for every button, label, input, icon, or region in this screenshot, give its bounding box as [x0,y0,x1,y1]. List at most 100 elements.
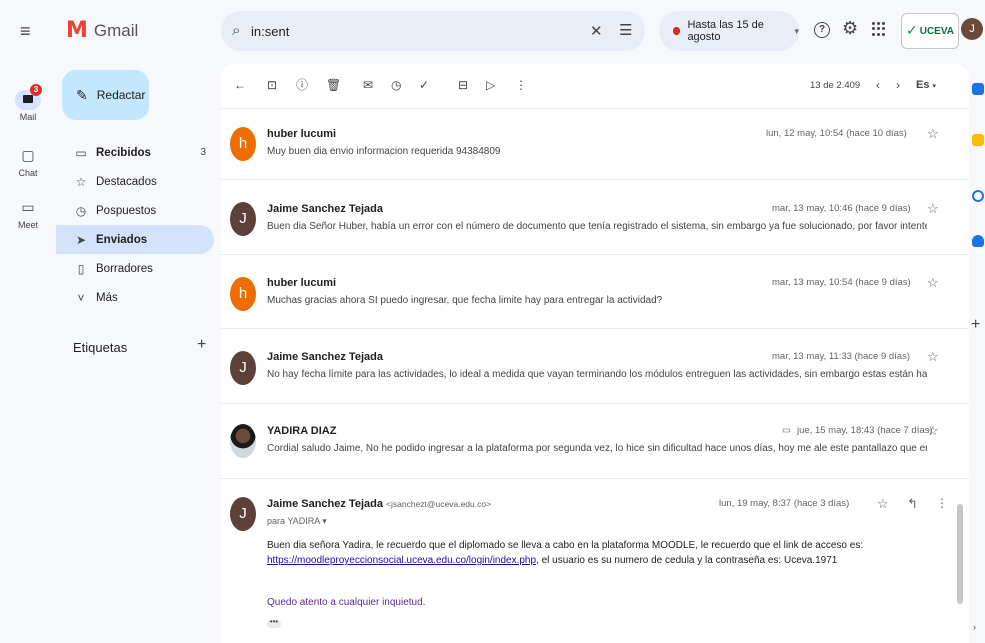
thread-message-collapsed[interactable]: J Jaime Sanchez Tejada mar, 13 may, 10:4… [221,179,969,254]
star-icon[interactable]: ☆ [927,201,939,217]
nav-item-drafts[interactable]: ▯ Borradores [56,254,214,283]
search-icon[interactable]: ⌕ [232,22,240,39]
add-task-icon[interactable]: ✓ [419,78,429,92]
add-addon-icon[interactable]: + [971,316,980,334]
chat-icon: ▢ [21,147,35,163]
recipients-toggle[interactable]: para YADIRA ▾ [267,516,327,527]
sender-name: Jaime Sanchez Tejada [267,498,383,510]
account-avatar[interactable]: J [961,18,983,40]
calendar-icon[interactable] [972,83,984,95]
chevron-left-icon[interactable]: ‹ [876,78,880,92]
thread-message-collapsed[interactable]: J Jaime Sanchez Tejada mar, 13 may, 11:3… [221,328,969,403]
attachment-icon: ▭ [782,425,791,436]
scrollbar[interactable] [957,504,963,604]
mark-unread-icon[interactable]: ✉ [363,78,373,92]
star-icon[interactable]: ☆ [927,349,939,365]
message-panel: ← ⊡ ⓘ 🗑 ✉ ◷ ✓ ⊟ ▷ ⋮ 13 de 2.409 ‹ › Es ▾… [221,64,969,643]
message-snippet: Cordial saludo Jaime, No he podido ingre… [267,443,927,454]
nav-item-sent[interactable]: ➤ Enviados [56,225,214,254]
apps-grid-icon[interactable] [872,22,886,36]
pencil-icon: ✎ [76,86,88,103]
thread-message-collapsed[interactable]: YADIRA DIAZ ▭ jue, 15 may, 18:43 (hace 7… [221,403,969,478]
back-arrow-icon[interactable]: ← [234,78,246,92]
clear-search-icon[interactable]: ✕ [590,22,603,40]
nav-label-drafts: Borradores [96,262,153,275]
rail-item-mail[interactable]: 3 Mail [0,84,56,122]
gmail-logo[interactable]: M Gmail [66,20,138,42]
inbox-count: 3 [200,147,206,158]
sender-avatar: J [230,351,256,385]
snooze-icon[interactable]: ◷ [391,78,401,92]
status-selector[interactable]: Hasta las 15 de agosto ▾ [659,11,799,51]
add-label-icon[interactable]: + [197,336,206,354]
message-date: lun, 12 may, 10:54 (hace 10 días) [766,128,907,139]
report-spam-icon[interactable]: ⓘ [296,78,308,92]
delete-icon[interactable]: 🗑 [326,78,341,92]
sender-photo-avatar [230,424,256,458]
thread-message-collapsed[interactable]: h huber lucumi mar, 13 may, 10:54 (hace … [221,254,969,328]
message-body-text: , el usuario es su numero de cedula y la… [536,555,838,566]
sender-name: YADIRA DIAZ [267,425,337,437]
chevron-down-icon: ˅ [77,290,85,305]
rail-item-chat[interactable]: ▢ Chat [0,144,56,178]
star-icon: ☆ [75,174,87,189]
keep-icon[interactable] [972,134,984,146]
compose-button[interactable]: ✎ Redactar [62,70,149,120]
status-dot-icon [673,27,681,35]
message-closing: Quedo atento a cualquier inquietud. [267,597,426,608]
input-tools-selector[interactable]: Es ▾ [916,79,936,91]
star-icon[interactable]: ☆ [927,126,939,142]
rail-item-meet[interactable]: ▭ Meet [0,196,56,230]
sender-email: <jsanchezt@uceva.edu.co> [386,499,492,509]
chevron-right-icon[interactable]: › [973,622,976,632]
message-snippet: Muchas gracias ahora SI puedo ingresar, … [267,295,663,306]
draft-icon: ▯ [77,261,85,276]
archive-icon[interactable]: ⊡ [267,78,277,92]
more-options-icon[interactable]: ⋮ [936,496,948,510]
search-options-icon[interactable]: ☰ [619,21,632,39]
move-to-icon[interactable]: ⊟ [458,78,468,92]
sender-name: Jaime Sanchez Tejada [267,351,383,363]
sender-avatar: h [230,277,256,311]
tasks-icon[interactable] [972,190,984,202]
labels-section: Etiquetas + [73,336,213,355]
organization-logo[interactable]: ✓ UCEVA [901,13,959,49]
main-menu-icon[interactable]: ≡ [20,22,38,40]
status-label: Hasta las 15 de agosto [687,19,764,43]
thread-message-collapsed[interactable]: h huber lucumi lun, 12 may, 10:54 (hace … [221,108,969,179]
caret-down-icon: ▾ [322,516,327,526]
chevron-right-icon[interactable]: › [896,78,900,92]
nav-item-snoozed[interactable]: ◷ Pospuestos [56,196,214,225]
organization-name: UCEVA [919,25,954,37]
rail-label-chat: Chat [18,168,38,178]
nav-item-starred[interactable]: ☆ Destacados [56,167,214,196]
nav-label-snoozed: Pospuestos [96,204,157,217]
sender-avatar: h [230,127,256,161]
rail-label-meet: Meet [17,220,38,230]
message-toolbar: ← ⊡ ⓘ 🗑 ✉ ◷ ✓ ⊟ ▷ ⋮ 13 de 2.409 ‹ › Es ▾ [221,64,969,108]
side-panel: + › [969,62,985,643]
star-icon[interactable]: ☆ [927,423,939,439]
nav-item-more[interactable]: ˅ Más [56,283,214,312]
search-input[interactable] [251,21,581,41]
message-body-text: Buen dia señora Yadira, le recuerdo que … [267,540,864,551]
nav-label-sent: Enviados [96,233,148,246]
gear-icon[interactable]: ⚙ [842,19,858,37]
help-icon[interactable]: ? [814,22,830,38]
nav-item-inbox[interactable]: ▭ Recibidos 3 [56,138,214,167]
chevron-down-icon: ▾ [794,25,799,36]
star-icon[interactable]: ☆ [877,496,889,512]
nav-label-starred: Destacados [96,175,157,188]
label-icon[interactable]: ▷ [486,78,495,92]
star-icon[interactable]: ☆ [927,275,939,291]
show-trimmed-content[interactable]: ••• [267,618,281,628]
contacts-icon[interactable] [972,235,984,247]
send-icon: ➤ [75,232,87,247]
moodle-link[interactable]: https://moodleproyeccionsocial.uceva.edu… [267,555,536,566]
message-snippet: Buen dia Señor Huber, había un error con… [267,221,927,232]
sender-name: Jaime Sanchez Tejada [267,203,383,215]
more-options-icon[interactable]: ⋮ [515,78,527,92]
app-name: Gmail [93,21,139,40]
reply-icon[interactable]: ↰ [907,496,918,512]
message-date: jue, 15 may, 18:43 (hace 7 días) [797,425,933,436]
